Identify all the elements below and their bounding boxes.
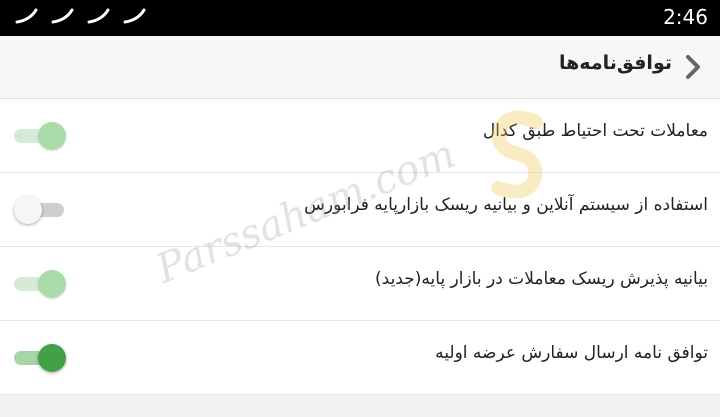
toggle-thumb (38, 344, 66, 372)
notification-icon (15, 8, 38, 24)
agreement-toggle[interactable] (14, 122, 66, 150)
toggle-thumb (14, 196, 42, 224)
toggle-thumb (38, 270, 66, 298)
agreement-row[interactable]: بیانیه پذیرش ریسک معاملات در بازار پایه(… (0, 247, 720, 321)
agreement-label: بیانیه پذیرش ریسک معاملات در بازار پایه(… (375, 269, 708, 289)
status-bar: 2:46 (0, 0, 720, 36)
agreement-label: توافق نامه ارسال سفارش عرضه اولیه (435, 343, 708, 363)
agreement-row[interactable]: معاملات تحت احتیاط طبق کدال (0, 99, 720, 173)
app-header: توافق‌نامه‌ها (0, 36, 720, 99)
notification-icon (51, 8, 74, 24)
chevron-right-icon[interactable] (680, 52, 706, 82)
toggle-thumb (38, 122, 66, 150)
notification-icon (123, 8, 146, 24)
agreement-label: استفاده از سیستم آنلاین و بیانیه ریسک با… (304, 195, 708, 215)
agreement-toggle[interactable] (14, 344, 66, 372)
agreement-label: معاملات تحت احتیاط طبق کدال (482, 121, 708, 141)
notification-icon (87, 8, 110, 24)
page-title: توافق‌نامه‌ها (559, 52, 672, 74)
status-clock: 2:46 (663, 5, 708, 29)
agreement-toggle[interactable] (14, 196, 66, 224)
agreement-row[interactable]: استفاده از سیستم آنلاین و بیانیه ریسک با… (0, 173, 720, 247)
agreement-toggle[interactable] (14, 270, 66, 298)
agreements-list: معاملات تحت احتیاط طبق کدال استفاده از س… (0, 99, 720, 395)
agreement-row[interactable]: توافق نامه ارسال سفارش عرضه اولیه (0, 321, 720, 395)
